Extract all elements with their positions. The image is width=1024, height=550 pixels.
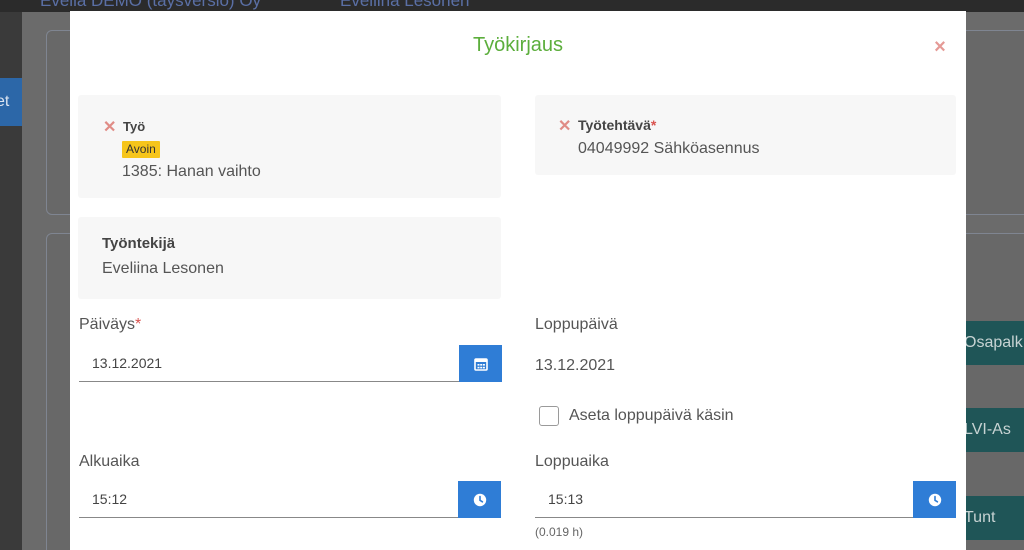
remove-task-icon[interactable]: ✕ — [558, 119, 571, 135]
background-button-1[interactable]: Osapalk — [958, 321, 1024, 365]
employee-label: Työntekijä — [102, 235, 176, 252]
modal-title: Työkirjaus — [472, 34, 564, 56]
clock-icon — [928, 493, 941, 506]
end-date-value: 13.12.2021 — [535, 357, 616, 374]
user-menu[interactable]: Eveliina Lesonen — [340, 0, 469, 11]
work-label: Työ — [123, 119, 146, 134]
duration-text: (0.019 h) — [535, 525, 584, 539]
status-badge: Avoin — [122, 141, 160, 158]
employee-value: Eveliina Lesonen — [102, 260, 224, 277]
required-mark: * — [650, 117, 657, 133]
remove-work-icon[interactable]: ✕ — [103, 120, 116, 136]
background-left-tab[interactable]: et — [0, 78, 22, 126]
end-time-clock-button[interactable] — [913, 481, 956, 518]
task-label-text: Työtehtävä — [578, 117, 651, 133]
manual-end-date-checkbox[interactable] — [539, 406, 559, 426]
company-selector[interactable]: Evelia DEMO (täysversio) Oy — [40, 0, 261, 11]
date-input[interactable] — [79, 345, 459, 382]
date-label: Päiväys* — [79, 316, 141, 334]
work-value: 1385: Hanan vaihto — [122, 163, 261, 180]
task-value: 04049992 Sähköasennus — [578, 140, 760, 157]
manual-end-date-label[interactable]: Aseta loppupäivä käsin — [569, 407, 734, 425]
task-label: Työtehtävä* — [578, 117, 656, 133]
employee-card: Työntekijä Eveliina Lesonen — [78, 217, 501, 299]
required-mark: * — [135, 316, 142, 333]
end-time-input[interactable] — [535, 481, 913, 518]
work-entry-modal: Työkirjaus × ✕ Työ Avoin 1385: Hanan vai… — [70, 11, 966, 550]
start-time-input[interactable] — [79, 481, 458, 518]
work-card: ✕ Työ Avoin 1385: Hanan vaihto — [78, 95, 501, 198]
background-button-2[interactable]: LVI-As — [958, 408, 1024, 452]
task-card: ✕ Työtehtävä* 04049992 Sähköasennus — [535, 95, 956, 175]
end-date-label: Loppupäivä — [535, 316, 618, 333]
calendar-button[interactable] — [459, 345, 502, 382]
calendar-icon — [473, 357, 488, 371]
background-button-3[interactable]: Tunt — [958, 496, 1024, 540]
start-time-label: Alkuaika — [79, 453, 140, 470]
clock-icon — [473, 493, 486, 506]
start-time-clock-button[interactable] — [458, 481, 501, 518]
date-label-text: Päiväys — [79, 316, 136, 333]
close-icon[interactable]: × — [932, 37, 948, 57]
end-time-label: Loppuaika — [535, 453, 609, 470]
